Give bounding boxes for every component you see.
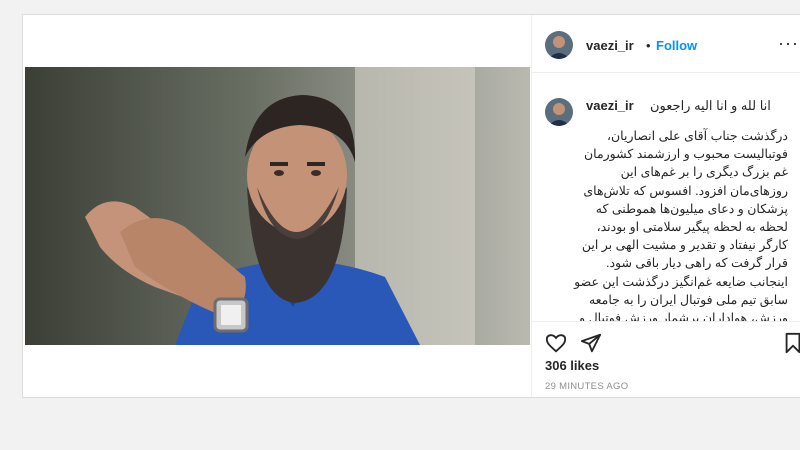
more-options-icon[interactable]: ··· <box>778 33 799 54</box>
post-photo[interactable] <box>25 67 530 345</box>
avatar-icon <box>545 31 573 59</box>
caption-text: درگذشت جناب آقای علی انصاریان، فوتبالیست… <box>574 129 788 322</box>
author-username[interactable]: vaezi_ir <box>586 38 634 53</box>
paper-plane-icon[interactable] <box>580 332 602 354</box>
post-actions: 306 likes 29 MINUTES AGO <box>532 321 800 398</box>
post-header: vaezi_ir • Follow ··· <box>532 15 800 73</box>
avatar-icon <box>545 98 573 126</box>
bookmark-icon[interactable] <box>782 332 800 354</box>
follow-button[interactable]: Follow <box>656 38 697 53</box>
caption-area: vaezi_ir انا لله و انا الیه راجعون درگذش… <box>532 72 800 322</box>
post-side-panel: vaezi_ir • Follow ··· vaezi_ir انا لله و… <box>531 15 800 397</box>
post-image-illustration <box>25 67 530 345</box>
post-card: vaezi_ir • Follow ··· vaezi_ir انا لله و… <box>22 14 800 398</box>
caption-avatar[interactable] <box>545 98 573 126</box>
caption-first-line: انا لله و انا الیه راجعون <box>650 98 771 113</box>
follow-separator: • <box>646 38 651 53</box>
caption-username[interactable]: vaezi_ir <box>586 98 634 113</box>
heart-icon[interactable] <box>545 332 567 354</box>
post-timestamp[interactable]: 29 MINUTES AGO <box>545 381 628 392</box>
likes-count[interactable]: 306 likes <box>545 358 599 373</box>
author-avatar[interactable] <box>545 31 573 59</box>
